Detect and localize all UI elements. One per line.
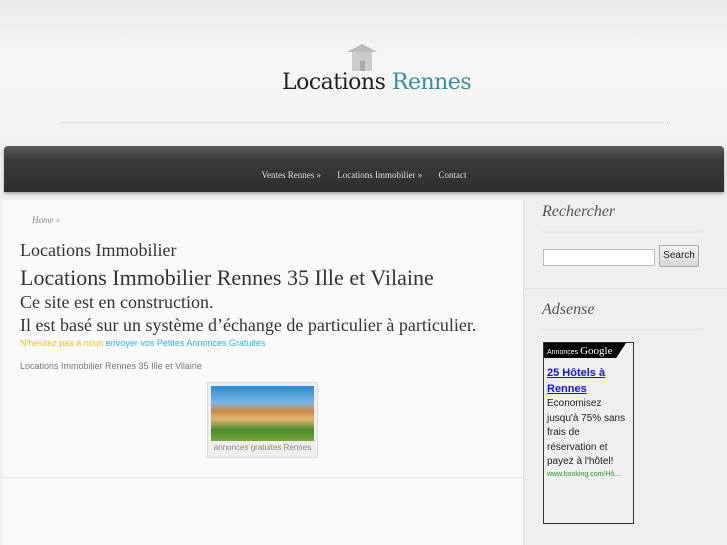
cta-text: N'hésitez pas à nous: [20, 338, 104, 348]
adsense-widget-title: Adsense: [542, 301, 595, 318]
ad-label: Annonces: [547, 349, 579, 356]
site-header: Locations Rennes: [0, 0, 727, 145]
image-caption: annonces gratuites Rennes: [213, 443, 312, 452]
divider: [525, 288, 727, 289]
divider: [542, 328, 702, 331]
breadcrumb-home[interactable]: Home: [32, 215, 54, 225]
property-image[interactable]: annonces gratuites Rennes: [207, 382, 318, 458]
search-input[interactable]: [543, 249, 655, 266]
page-heading: Locations Immobilier Rennes 35 Ille et V…: [20, 265, 434, 290]
ad-title-link[interactable]: 25 Hôtels à Rennes: [547, 365, 630, 397]
divider: [542, 230, 702, 233]
divider: [60, 122, 670, 123]
sidebar: Rechercher Search Adsense Annonces Googl…: [525, 195, 727, 545]
property-photo: [211, 386, 314, 441]
search-button[interactable]: Search: [659, 245, 699, 267]
ad-url[interactable]: www.booking.com/Hô...: [547, 471, 630, 478]
nav-locations-immobilier[interactable]: Locations Immobilier »: [337, 170, 422, 180]
ad-body: Economisez jusqu'à 75% sans frais de rés…: [547, 398, 626, 467]
intro-line-2: Il est basé sur un système d’échange de …: [20, 315, 477, 335]
logo-text-2: Rennes: [391, 70, 472, 95]
ad-header: Annonces Google: [544, 343, 626, 358]
logo-text-1: Locations: [282, 70, 386, 95]
ad-brand: Google: [580, 345, 613, 357]
nav-contact[interactable]: Contact: [438, 170, 466, 180]
ad-block[interactable]: Annonces Google 25 Hôtels à Rennes Econo…: [543, 342, 634, 524]
breadcrumb-sep: »: [55, 215, 61, 225]
site-logo[interactable]: Locations Rennes: [282, 70, 472, 95]
caption: Locations Immobilier Rennes 35 Ille et V…: [20, 361, 202, 371]
main-content: Home » Locations Immobilier Locations Im…: [2, 200, 524, 545]
divider: [2, 477, 523, 478]
house-icon: [347, 44, 377, 71]
intro-line-1: Ce site est en construction.: [20, 292, 214, 312]
cta-link[interactable]: envoyer vos Petites Annonces Gratuites: [106, 338, 266, 348]
search-widget-title: Rechercher: [542, 203, 616, 220]
main-nav: Ventes Rennes » Locations Immobilier » C…: [4, 146, 724, 192]
page-title: Locations Immobilier: [20, 240, 177, 260]
cta-line: N'hésitez pas à nous envoyer vos Petites…: [20, 338, 265, 348]
nav-ventes-rennes[interactable]: Ventes Rennes »: [262, 170, 322, 180]
breadcrumb: Home »: [32, 215, 60, 225]
